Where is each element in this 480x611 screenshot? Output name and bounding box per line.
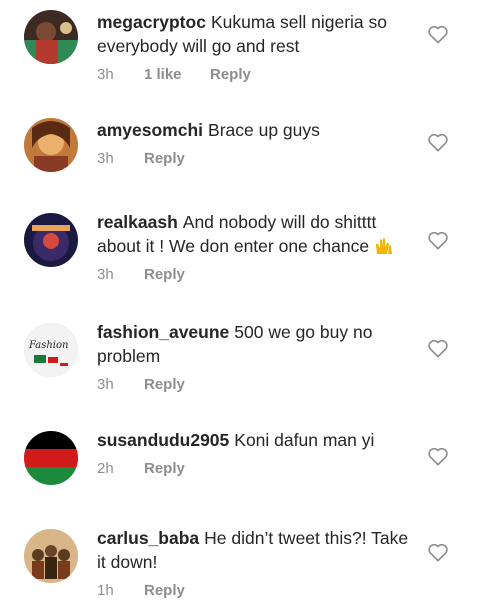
- heart-outline-icon[interactable]: [427, 230, 449, 250]
- raising-hands-emoji: [375, 238, 392, 254]
- comment-body: fashion_aveune 500 we go buy no problem 3…: [97, 320, 417, 393]
- avatar[interactable]: [24, 10, 78, 64]
- comment-text-block: fashion_aveune 500 we go buy no problem: [97, 320, 417, 368]
- avatar[interactable]: Fashion: [24, 323, 78, 377]
- username[interactable]: carlus_baba: [97, 528, 199, 548]
- comment-body: amyesomchi Brace up guys 3h Reply: [97, 118, 417, 167]
- reply-button[interactable]: Reply: [210, 66, 251, 83]
- heart-outline-icon[interactable]: [427, 24, 449, 44]
- comment-text-block: realkaash And nobody will do shitttt abou…: [97, 210, 417, 258]
- avatar[interactable]: [24, 118, 78, 172]
- comment-text: Brace up guys: [208, 120, 320, 140]
- comment-body: megacryptoc Kukuma sell nigeria so everyb…: [97, 10, 417, 83]
- username[interactable]: realkaash: [97, 212, 178, 232]
- avatar-logo-text: Fashion: [28, 340, 68, 351]
- reply-button[interactable]: Reply: [144, 150, 185, 167]
- timestamp: 3h: [97, 376, 114, 393]
- username[interactable]: megacryptoc: [97, 12, 206, 32]
- reply-button[interactable]: Reply: [144, 376, 185, 393]
- username[interactable]: fashion_aveune: [97, 322, 229, 342]
- heart-outline-icon[interactable]: [427, 446, 449, 466]
- comment-text-block: megacryptoc Kukuma sell nigeria so everyb…: [97, 10, 417, 58]
- reply-button[interactable]: Reply: [144, 460, 185, 477]
- likes-count[interactable]: 1 like: [144, 66, 210, 83]
- comment-text-block: amyesomchi Brace up guys: [97, 118, 417, 142]
- comment-body: susandudu2905 Koni dafun man yi 2h Reply: [97, 428, 417, 477]
- comment-meta: 1h Reply: [97, 582, 417, 599]
- comment-meta: 3h 1 like Reply: [97, 66, 417, 83]
- comment-text-block: susandudu2905 Koni dafun man yi: [97, 428, 417, 452]
- timestamp: 3h: [97, 150, 114, 167]
- timestamp: 1h: [97, 582, 114, 599]
- heart-outline-icon[interactable]: [427, 132, 449, 152]
- avatar[interactable]: [24, 213, 78, 267]
- comment-body: carlus_baba He didn’t tweet this?! Take i…: [97, 526, 417, 599]
- heart-outline-icon[interactable]: [427, 542, 449, 562]
- comment-text-block: carlus_baba He didn’t tweet this?! Take i…: [97, 526, 417, 574]
- timestamp: 2h: [97, 460, 114, 477]
- comment-meta: 2h Reply: [97, 460, 417, 477]
- comment-meta: 3h Reply: [97, 376, 417, 393]
- username[interactable]: amyesomchi: [97, 120, 203, 140]
- comment-meta: 3h Reply: [97, 266, 417, 283]
- comment-text: Koni dafun man yi: [234, 430, 375, 450]
- username[interactable]: susandudu2905: [97, 430, 229, 450]
- avatar[interactable]: [24, 431, 78, 485]
- comment-meta: 3h Reply: [97, 150, 417, 167]
- reply-button[interactable]: Reply: [144, 582, 185, 599]
- heart-outline-icon[interactable]: [427, 338, 449, 358]
- avatar[interactable]: [24, 529, 78, 583]
- timestamp: 3h: [97, 66, 114, 83]
- timestamp: 3h: [97, 266, 114, 283]
- comment-body: realkaash And nobody will do shitttt abou…: [97, 210, 417, 283]
- reply-button[interactable]: Reply: [144, 266, 185, 283]
